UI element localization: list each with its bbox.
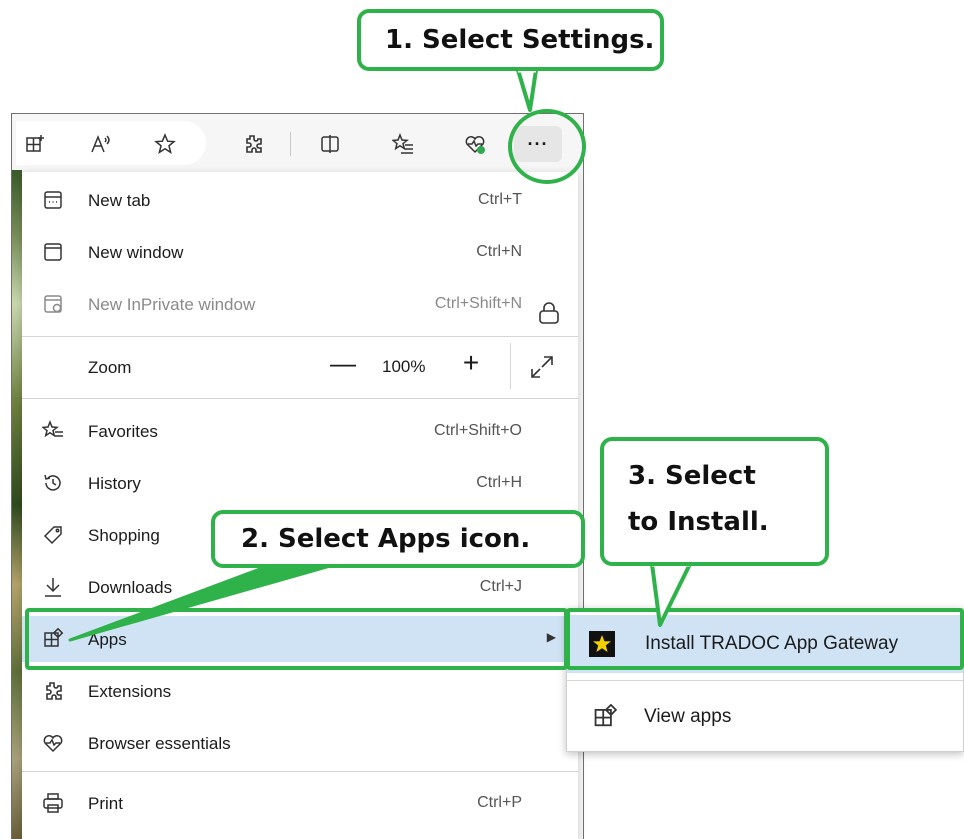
shopping-tag-icon <box>42 524 64 546</box>
menu-item-shortcut: Ctrl+J <box>479 578 522 595</box>
menu-item-label: Downloads <box>88 578 173 597</box>
submenu-divider <box>567 680 963 681</box>
menu-item-label: Favorites <box>88 422 158 441</box>
menu-item-new-window[interactable]: New window Ctrl+N <box>22 229 578 275</box>
callout-step-3: 3. Select to Install. <box>600 437 829 566</box>
menu-item-favorites[interactable]: Favorites Ctrl+Shift+O <box>22 408 578 454</box>
zoom-label: Zoom <box>88 358 132 377</box>
menu-item-shortcut: Ctrl+H <box>476 474 522 491</box>
browser-essentials-icon[interactable] <box>457 126 493 162</box>
callout-step-1: 1. Select Settings. <box>357 9 664 71</box>
menu-item-shortcut: Ctrl+P <box>477 794 522 811</box>
new-window-icon <box>42 241 64 263</box>
menu-item-label: Shopping <box>88 526 160 545</box>
menu-item-label: New tab <box>88 191 151 210</box>
apps-highlight-box <box>25 608 568 670</box>
split-screen-add-icon[interactable] <box>17 126 53 162</box>
page-background <box>12 170 22 839</box>
settings-highlight-circle <box>508 109 586 184</box>
callout-step-3-line-2: to Install. <box>628 507 769 537</box>
menu-item-shortcut: Ctrl+Shift+O <box>433 422 522 439</box>
read-aloud-icon[interactable] <box>82 126 118 162</box>
split-screen-icon[interactable] <box>312 126 348 162</box>
printer-icon <box>42 792 64 814</box>
zoom-out-button[interactable]: — <box>330 350 356 380</box>
menu-divider <box>22 336 578 337</box>
install-highlight-box <box>566 608 964 670</box>
view-apps-icon <box>594 704 618 727</box>
menu-item-label: History <box>88 474 141 493</box>
callout-step-3-line-1: 3. Select <box>628 461 756 491</box>
new-tab-icon <box>42 189 64 211</box>
extensions-icon <box>42 680 64 702</box>
menu-item-shortcut: Ctrl+T <box>478 191 522 208</box>
menu-item-downloads[interactable]: Downloads Ctrl+J <box>22 564 578 610</box>
view-apps-item[interactable]: View apps <box>644 706 731 728</box>
menu-item-zoom: Zoom <box>22 344 578 390</box>
heart-pulse-icon <box>42 732 64 754</box>
menu-item-label: Browser essentials <box>88 734 231 753</box>
fullscreen-icon[interactable] <box>528 353 556 381</box>
callout-step-2: 2. Select Apps icon. <box>211 510 585 568</box>
menu-item-shortcut: Ctrl+Shift+N <box>434 295 522 312</box>
toolbar-divider <box>290 132 291 156</box>
menu-item-history[interactable]: History Ctrl+H <box>22 460 578 506</box>
favorite-star-icon[interactable] <box>147 126 183 162</box>
menu-item-label: Extensions <box>88 682 172 701</box>
lock-icon <box>539 302 559 324</box>
download-icon <box>42 576 64 598</box>
menu-item-label: New window <box>88 243 184 262</box>
extensions-icon[interactable] <box>235 126 271 162</box>
menu-item-browser-essentials[interactable]: Browser essentials <box>22 720 578 766</box>
favorites-icon[interactable] <box>385 126 421 162</box>
menu-item-shortcut: Ctrl+N <box>476 243 522 260</box>
zoom-in-button[interactable]: + <box>458 349 484 380</box>
menu-item-new-tab[interactable]: New tab Ctrl+T <box>22 177 578 223</box>
menu-item-extensions[interactable]: Extensions <box>22 668 578 714</box>
zoom-level: 100% <box>382 357 426 376</box>
menu-item-print[interactable]: Print Ctrl+P <box>22 780 578 826</box>
inprivate-icon <box>42 293 64 315</box>
menu-divider <box>22 771 578 772</box>
menu-item-label: New InPrivate window <box>88 295 256 314</box>
zoom-divider <box>510 343 511 389</box>
menu-item-new-inprivate-window[interactable]: New InPrivate window Ctrl+Shift+N <box>22 281 578 327</box>
favorites-icon <box>41 419 64 442</box>
menu-item-label: Print <box>88 794 123 813</box>
menu-divider <box>22 398 578 399</box>
history-icon <box>42 472 64 494</box>
